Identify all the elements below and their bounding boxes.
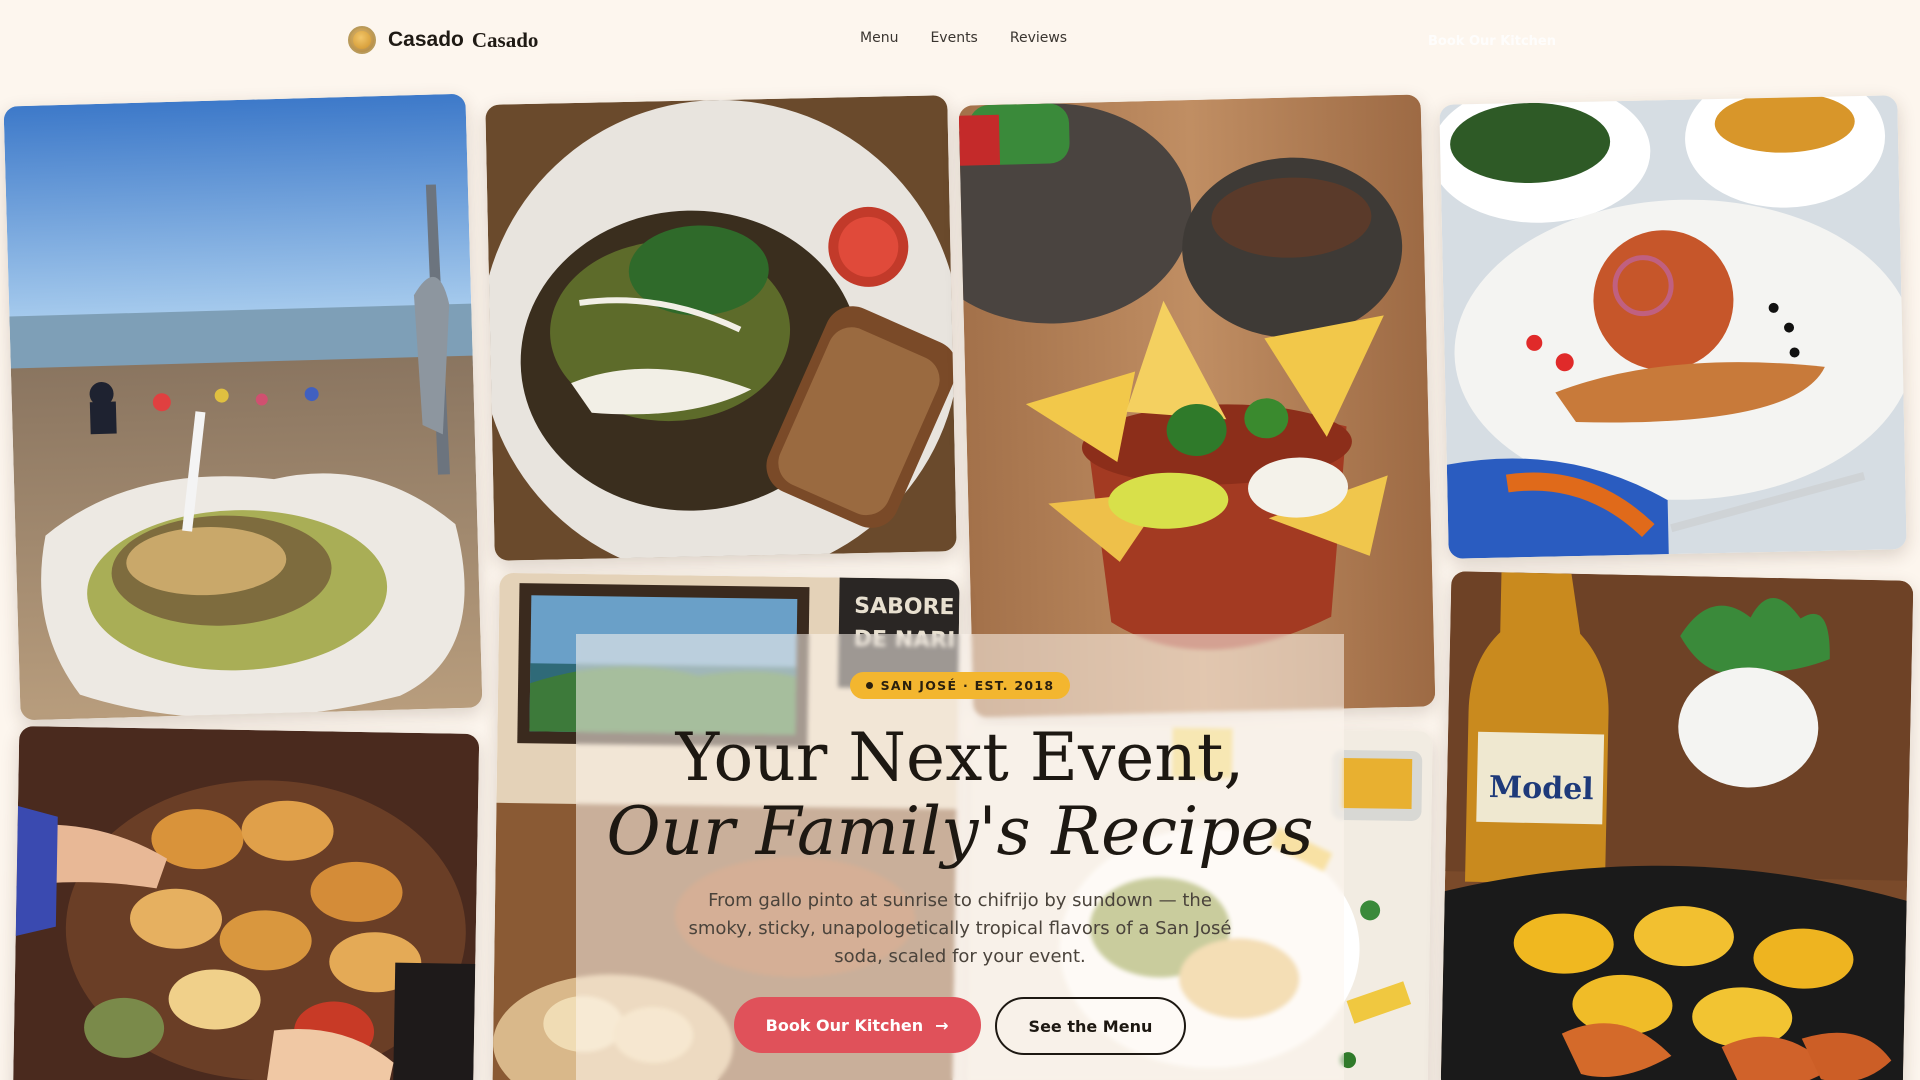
hero: SAN JOSÉ · EST. 2018 Your Next Event, Ou… xyxy=(576,672,1344,1055)
nav-reviews[interactable]: Reviews xyxy=(1010,30,1067,46)
empanadas-table-photo xyxy=(12,726,480,1080)
hero-actions: Book Our Kitchen → See the Menu xyxy=(576,997,1344,1055)
site-header: Casado Casado Menu Events Reviews Book O… xyxy=(0,0,1920,80)
book-kitchen-label: Book Our Kitchen xyxy=(765,1015,924,1035)
nav-menu[interactable]: Menu xyxy=(860,30,898,46)
book-kitchen-button[interactable]: Book Our Kitchen → xyxy=(733,997,981,1053)
nav-events[interactable]: Events xyxy=(930,30,977,46)
hero-title-line1: Your Next Event, xyxy=(675,719,1245,796)
header-book-button[interactable]: Book Our Kitchen xyxy=(1408,24,1576,58)
brand[interactable]: Casado Casado xyxy=(348,26,538,54)
svg-text:SABORE: SABORE xyxy=(854,594,955,620)
hero-title-line2: Our Family's Recipes xyxy=(606,793,1314,870)
brand-name: Casado xyxy=(388,28,464,51)
location-badge: SAN JOSÉ · EST. 2018 xyxy=(849,672,1071,699)
rice-fish-plate-photo xyxy=(1439,95,1907,559)
bullet-dot-icon xyxy=(865,682,873,689)
main-nav: Menu Events Reviews xyxy=(860,30,1067,46)
svg-text:Model: Model xyxy=(1489,770,1594,807)
logo-icon xyxy=(348,26,376,54)
badge-text: SAN JOSÉ · EST. 2018 xyxy=(880,678,1055,693)
beach-food-photo xyxy=(3,93,483,721)
hero-subtitle: From gallo pinto at sunrise to chifrijo … xyxy=(688,890,1232,967)
arrow-right-icon: → xyxy=(935,1015,949,1035)
see-menu-button[interactable]: See the Menu xyxy=(994,997,1187,1055)
rice-beans-plate-photo xyxy=(485,95,957,561)
hero-title: Your Next Event, Our Family's Recipes xyxy=(576,721,1344,869)
nachos-molcajete-photo xyxy=(958,94,1436,718)
beer-patacones-shrimp-photo: Model xyxy=(1440,571,1914,1080)
brand-name-serif: Casado xyxy=(471,27,539,52)
